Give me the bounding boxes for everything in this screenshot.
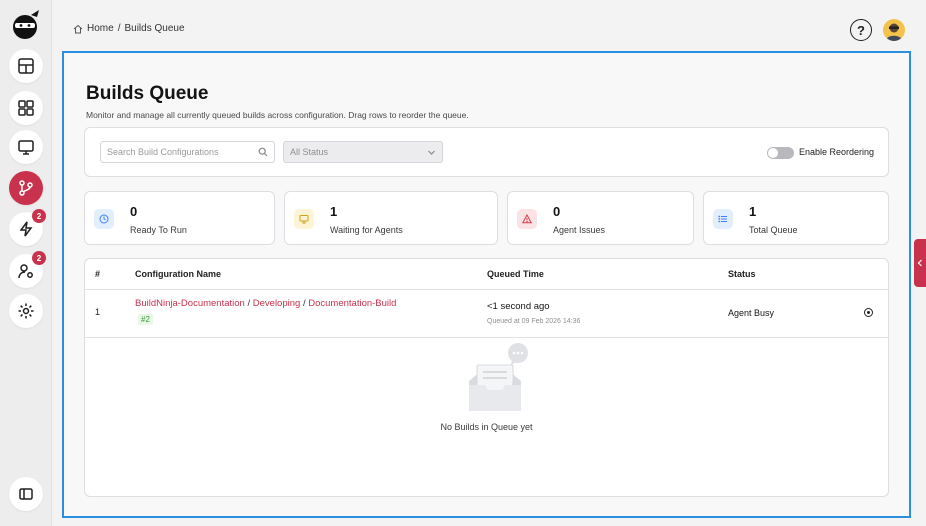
layout-icon: [18, 58, 34, 74]
sidebar-item-settings[interactable]: [9, 294, 43, 328]
sidebar-item-agents[interactable]: [9, 130, 43, 164]
build-number-badge[interactable]: #2: [138, 314, 153, 325]
breadcrumb-separator: /: [117, 23, 121, 34]
reorder-toggle[interactable]: [767, 147, 794, 159]
avatar-image: [886, 23, 902, 41]
column-header-configuration[interactable]: Configuration Name: [135, 269, 221, 279]
stat-label: Waiting for Agents: [330, 225, 403, 235]
stat-card-agent-issues: 0 Agent Issues: [507, 191, 694, 245]
sidebar-item-dashboard[interactable]: [9, 49, 43, 83]
lightning-icon: [19, 221, 33, 237]
breadcrumb-home[interactable]: Home: [87, 23, 114, 34]
status-select-value: All Status: [290, 147, 329, 157]
configuration-link[interactable]: Documentation-Build: [308, 298, 396, 309]
filter-bar: Search Build Configurations All Status E…: [84, 127, 889, 177]
stat-label: Total Queue: [749, 225, 798, 235]
user-gear-icon: [18, 264, 33, 279]
chevron-down-icon: [428, 150, 435, 155]
avatar[interactable]: [883, 19, 905, 41]
empty-inbox-icon: [469, 343, 528, 411]
queue-table: # Configuration Name Queued Time Status …: [84, 258, 889, 497]
git-branch-icon: [19, 180, 33, 196]
stat-value: 1: [330, 204, 338, 219]
row-select-radio[interactable]: [864, 308, 873, 317]
row-divider: [85, 337, 888, 338]
path-separator: /: [247, 298, 251, 309]
sidebar-item-triggers[interactable]: 2: [9, 209, 46, 246]
monitor-icon: [294, 209, 314, 229]
column-header-status[interactable]: Status: [728, 269, 756, 279]
sidebar: 2 2: [0, 0, 52, 526]
sidebar-icon: [19, 488, 33, 500]
search-input[interactable]: Search Build Configurations: [100, 141, 275, 163]
stat-value: 0: [553, 204, 561, 219]
list-icon: [713, 209, 733, 229]
page-title: Builds Queue: [86, 83, 209, 104]
sidebar-item-builds[interactable]: [9, 171, 43, 205]
help-icon: ?: [857, 22, 865, 38]
stat-value: 1: [749, 204, 757, 219]
sidebar-item-users[interactable]: 2: [9, 251, 46, 288]
ninja-logo-icon[interactable]: [11, 9, 41, 41]
users-badge: 2: [32, 251, 46, 265]
warning-icon: [517, 209, 537, 229]
column-header-number: #: [95, 269, 101, 279]
stat-card-waiting: 1 Waiting for Agents: [284, 191, 498, 245]
home-icon[interactable]: [73, 24, 83, 34]
side-panel-toggle[interactable]: [914, 239, 926, 287]
grid-icon: [18, 100, 34, 116]
row-number: 1: [95, 307, 101, 317]
page-description: Monitor and manage all currently queued …: [86, 110, 469, 120]
status-text: Agent Busy: [728, 308, 775, 318]
queued-at: Queued at 09 Feb 2026 14:36: [487, 318, 581, 325]
sidebar-collapse-button[interactable]: [9, 477, 43, 511]
stat-value: 0: [130, 204, 138, 219]
chevron-left-icon: [917, 259, 922, 267]
queued-time: <1 second ago: [487, 301, 550, 312]
branch-link[interactable]: Developing: [253, 298, 301, 309]
gear-icon: [18, 303, 34, 319]
empty-state-text: No Builds in Queue yet: [440, 422, 533, 432]
reorder-toggle-label: Enable Reordering: [799, 147, 875, 157]
sidebar-item-projects[interactable]: [9, 91, 43, 125]
project-link[interactable]: BuildNinja-Documentation: [135, 298, 245, 309]
clock-icon: [94, 209, 114, 229]
header-divider: [85, 289, 888, 290]
main-content: Builds Queue Monitor and manage all curr…: [62, 51, 911, 518]
help-button[interactable]: ?: [850, 19, 872, 41]
breadcrumb-current: Builds Queue: [124, 23, 185, 34]
search-icon: [258, 147, 268, 157]
stat-card-ready: 0 Ready To Run: [84, 191, 275, 245]
search-placeholder: Search Build Configurations: [107, 147, 219, 157]
column-header-queued-time[interactable]: Queued Time: [487, 269, 544, 279]
monitor-icon: [18, 140, 34, 155]
path-separator: /: [302, 298, 306, 309]
breadcrumb: Home / Builds Queue: [73, 23, 185, 34]
stat-label: Agent Issues: [553, 225, 606, 235]
configuration-path: BuildNinja-Documentation / Developing / …: [135, 298, 396, 309]
status-select[interactable]: All Status: [283, 141, 443, 163]
stat-label: Ready To Run: [130, 225, 187, 235]
triggers-badge: 2: [32, 209, 46, 223]
stat-card-total: 1 Total Queue: [703, 191, 889, 245]
